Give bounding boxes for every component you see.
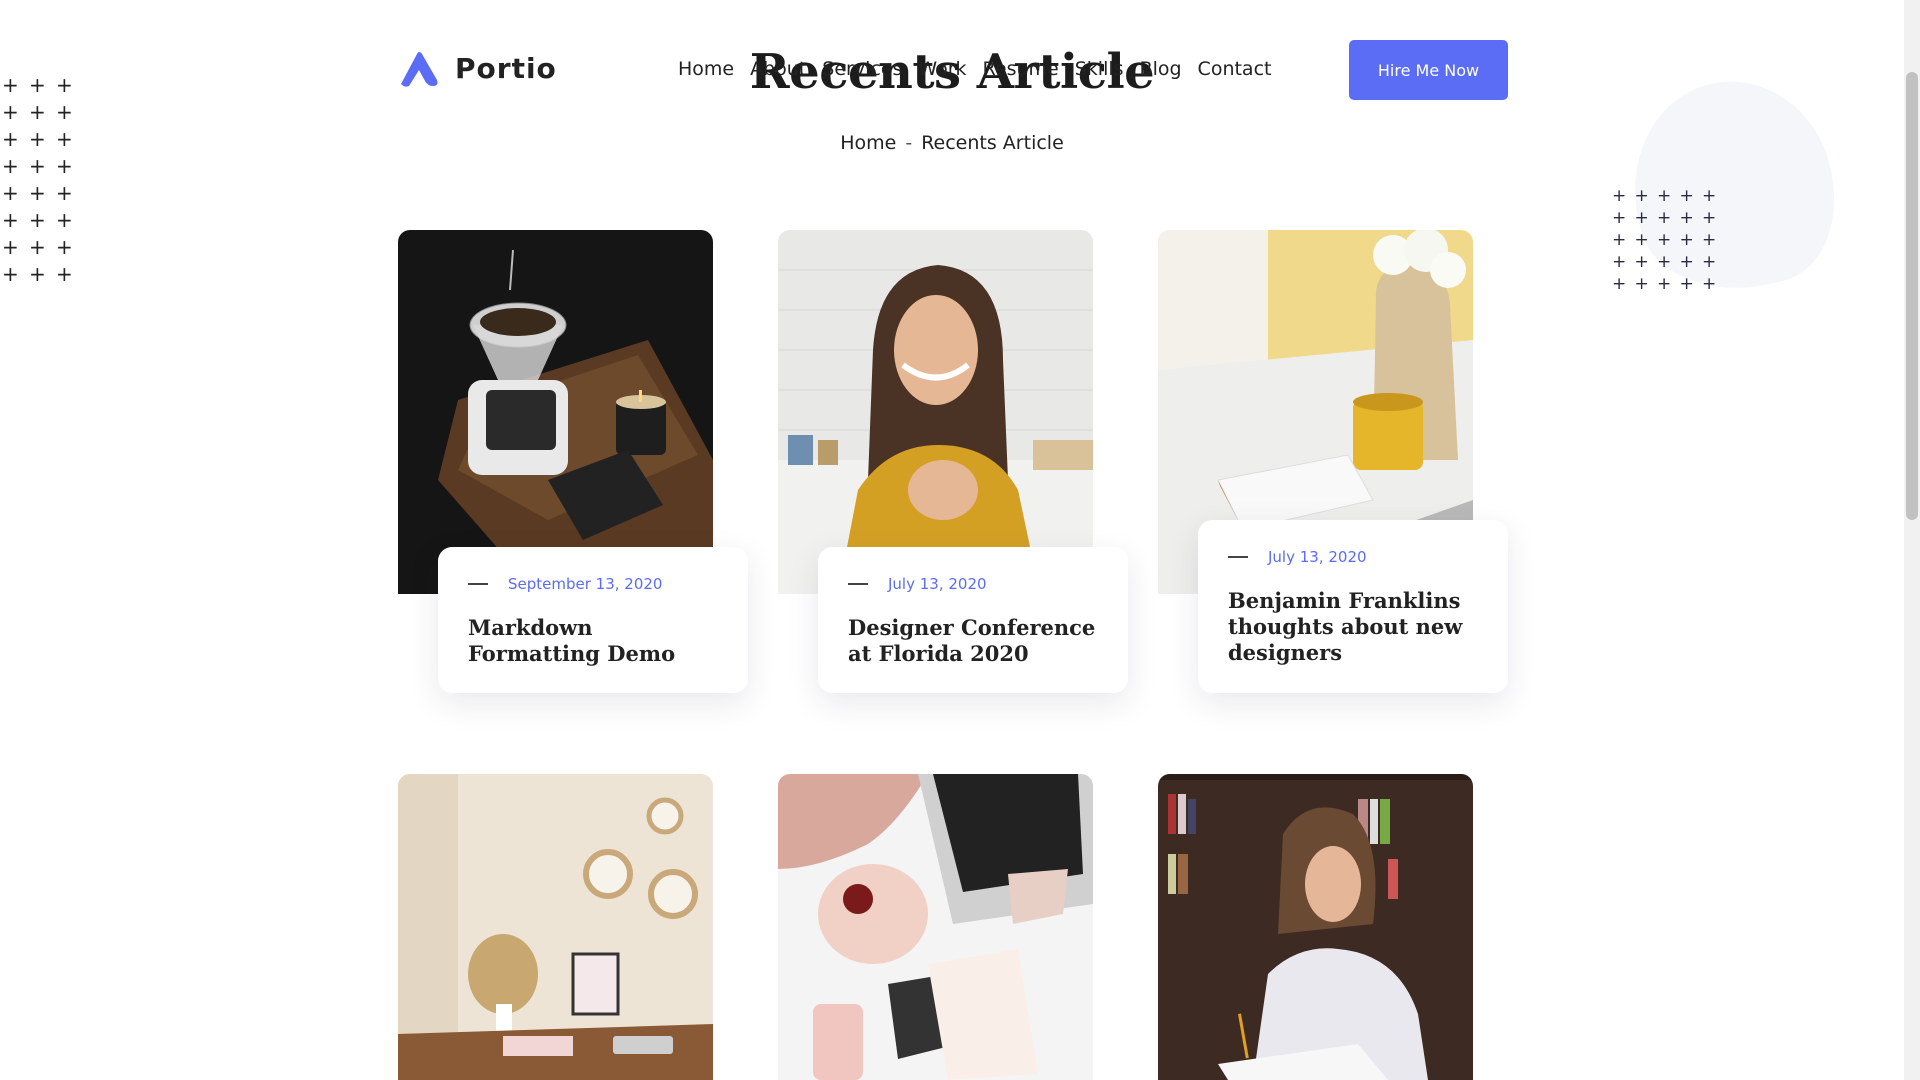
article-title[interactable]: Benjamin Franklins thoughts about new de…	[1228, 588, 1478, 666]
nav-item-work[interactable]: Work	[918, 58, 966, 80]
nav-item-about[interactable]: About	[750, 58, 806, 80]
nav-item-services[interactable]: Services	[822, 58, 902, 80]
hire-me-button[interactable]: Hire Me Now	[1349, 40, 1508, 100]
article-card[interactable]: September 13, 2020 Markdown Formatting D…	[438, 547, 748, 693]
article-meta: July 13, 2020	[1228, 548, 1478, 566]
article-date: July 13, 2020	[1268, 548, 1367, 566]
decor-plus-grid-right: + + + + + + + + + + + + + + + + + + + + + + + + +	[1612, 186, 1717, 294]
article-meta: July 13, 2020	[848, 575, 1098, 593]
wall-mirrors-desk-photo	[398, 774, 713, 1080]
article-date: September 13, 2020	[508, 575, 663, 593]
smiling-woman-photo	[778, 230, 1093, 594]
coffee-dripper-photo	[398, 230, 713, 594]
article-meta: September 13, 2020	[468, 575, 718, 593]
nav-item-home[interactable]: Home	[678, 58, 734, 80]
article-image-flatlay[interactable]	[778, 774, 1093, 1080]
decor-plus-grid-left: + + + + + + + + + + + + + + + + + + + + + + + +	[2, 73, 73, 286]
breadcrumb: Home - Recents Article	[0, 132, 1904, 154]
article-image-wall[interactable]	[398, 774, 713, 1080]
scrollbar-thumb[interactable]	[1906, 72, 1918, 520]
article-title[interactable]: Designer Conference at Florida 2020	[848, 615, 1098, 667]
nav-item-blog[interactable]: Blog	[1140, 58, 1182, 80]
breadcrumb-separator: -	[905, 132, 913, 154]
nav-item-resume[interactable]: Resume	[983, 58, 1059, 80]
flatlay-laptop-photo	[778, 774, 1093, 1080]
nav-item-contact[interactable]: Contact	[1198, 58, 1272, 80]
date-dash	[468, 583, 488, 585]
article-card[interactable]: July 13, 2020 Designer Conference at Flo…	[818, 547, 1128, 693]
article-image-woman[interactable]	[778, 230, 1093, 594]
date-dash	[848, 583, 868, 585]
article-card[interactable]: July 13, 2020 Benjamin Franklins thought…	[1198, 520, 1508, 693]
woman-writing-photo	[1158, 774, 1473, 1080]
date-dash	[1228, 556, 1248, 558]
breadcrumb-home[interactable]: Home	[840, 132, 896, 154]
article-image-writing[interactable]	[1158, 774, 1473, 1080]
nav-item-skills[interactable]: Skills	[1075, 58, 1124, 80]
article-date: July 13, 2020	[888, 575, 987, 593]
scrollbar[interactable]	[1904, 0, 1920, 1080]
article-title[interactable]: Markdown Formatting Demo	[468, 615, 718, 667]
main-nav: Home About Services Work Resume Skills B…	[678, 58, 1271, 80]
article-image-coffee[interactable]	[398, 230, 713, 594]
breadcrumb-current: Recents Article	[921, 132, 1064, 154]
